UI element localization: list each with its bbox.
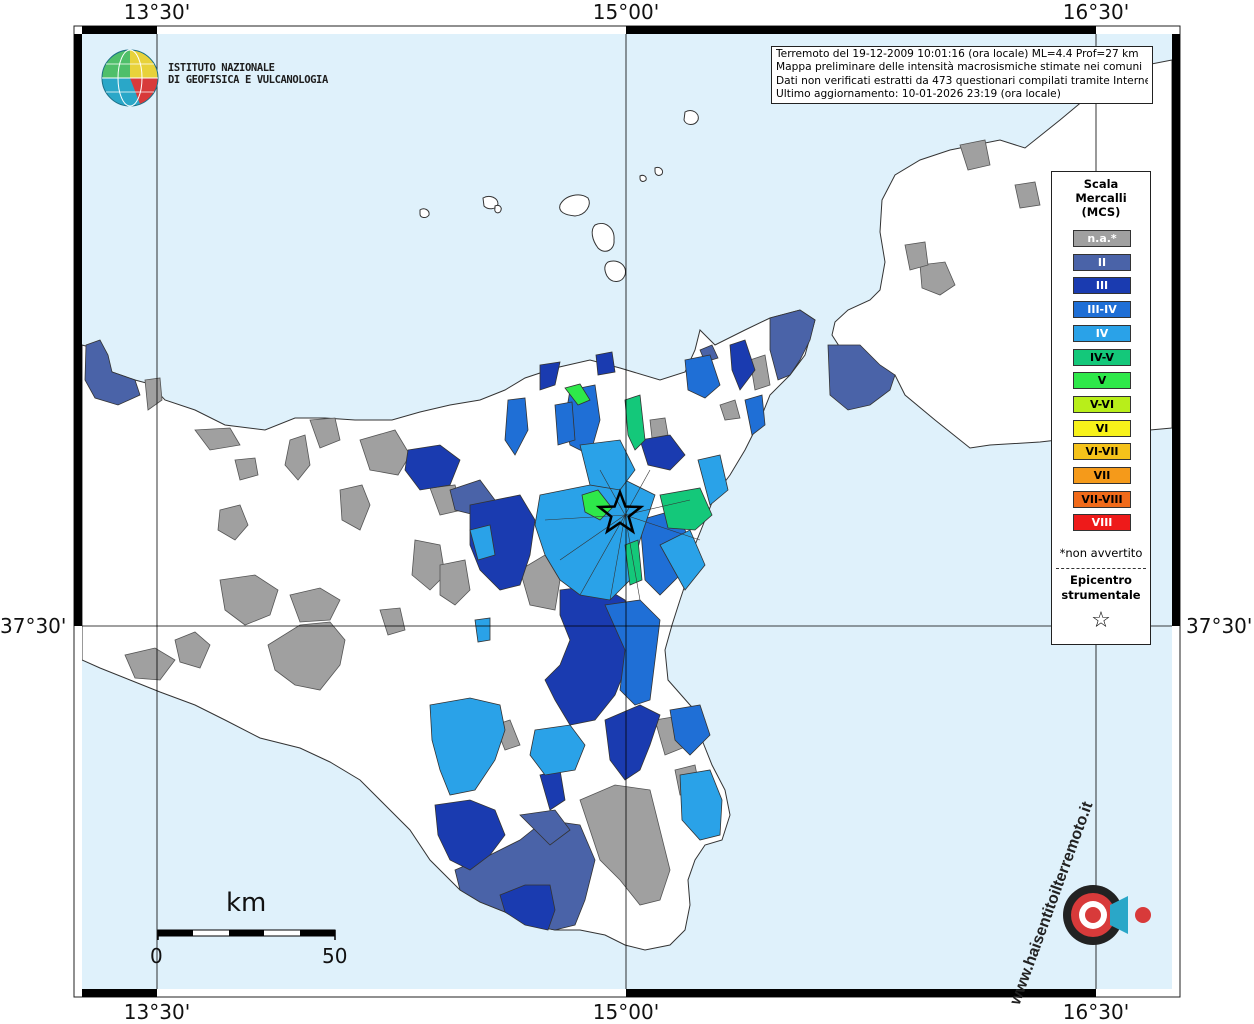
legend-title-2: Mercalli bbox=[1075, 191, 1127, 205]
event-info-line4: Ultimo aggiornamento: 10-01-2026 23:19 (… bbox=[776, 88, 1061, 101]
mcs-legend: Scala Mercalli (MCS) n.a.* II III III-IV IV I… bbox=[1051, 171, 1151, 645]
legend-star-icon: ☆ bbox=[1091, 608, 1111, 633]
legend-epicentre-label: Epicentro strumentale bbox=[1052, 573, 1150, 603]
legend-separator bbox=[1056, 568, 1146, 569]
legend-title-3: (MCS) bbox=[1081, 205, 1121, 219]
legend-item-vi: VI bbox=[1073, 419, 1131, 437]
ingv-logo-text: ISTITUTO NAZIONALE DI GEOFISICA E VULCAN… bbox=[168, 62, 328, 86]
legend-epicentre-line1: Epicentro bbox=[1070, 573, 1132, 587]
legend-item-viii: VIII bbox=[1073, 514, 1131, 532]
event-info-line1: Terremoto del 19-12-2009 10:01:16 (ora l… bbox=[776, 48, 1139, 60]
legend-item-vii: VII bbox=[1073, 467, 1131, 484]
legend-item-n-a: n.a.* bbox=[1073, 230, 1131, 247]
legend-note: *non avvertito bbox=[1059, 546, 1143, 560]
legend-item-vii-viii: VII-VIII bbox=[1073, 490, 1131, 508]
legend-title: Scala Mercalli (MCS) bbox=[1052, 177, 1150, 219]
legend-item-v-vi: V-VI bbox=[1073, 395, 1131, 413]
legend-epicentre-line2: strumentale bbox=[1061, 588, 1141, 602]
ingv-logo-icon bbox=[101, 49, 159, 107]
ingv-name-line2: DI GEOFISICA E VULCANOLOGIA bbox=[168, 74, 328, 86]
scale-zero: 0 bbox=[150, 944, 163, 968]
legend-title-1: Scala bbox=[1083, 177, 1119, 191]
scale-max: 50 bbox=[322, 944, 348, 968]
legend-item-v: V bbox=[1073, 372, 1131, 390]
legend-item-iii-iv: III-IV bbox=[1073, 301, 1131, 319]
legend-item-iv: IV bbox=[1073, 324, 1131, 342]
scale-unit: km bbox=[226, 888, 267, 918]
legend-item-ii: II bbox=[1073, 253, 1131, 271]
event-info-box: Terremoto del 19-12-2009 10:01:16 (ora l… bbox=[771, 46, 1153, 104]
legend-item-iv-v: IV-V bbox=[1073, 348, 1131, 366]
event-info-line2: Mappa preliminare delle intensità macros… bbox=[776, 61, 1143, 74]
legend-item-iii: III bbox=[1073, 277, 1131, 295]
ingv-name-line1: ISTITUTO NAZIONALE bbox=[168, 62, 275, 74]
legend-item-vi-vii: VI-VII bbox=[1073, 443, 1131, 461]
event-info-line3: Dati non verificati estratti da 473 ques… bbox=[776, 74, 1148, 87]
